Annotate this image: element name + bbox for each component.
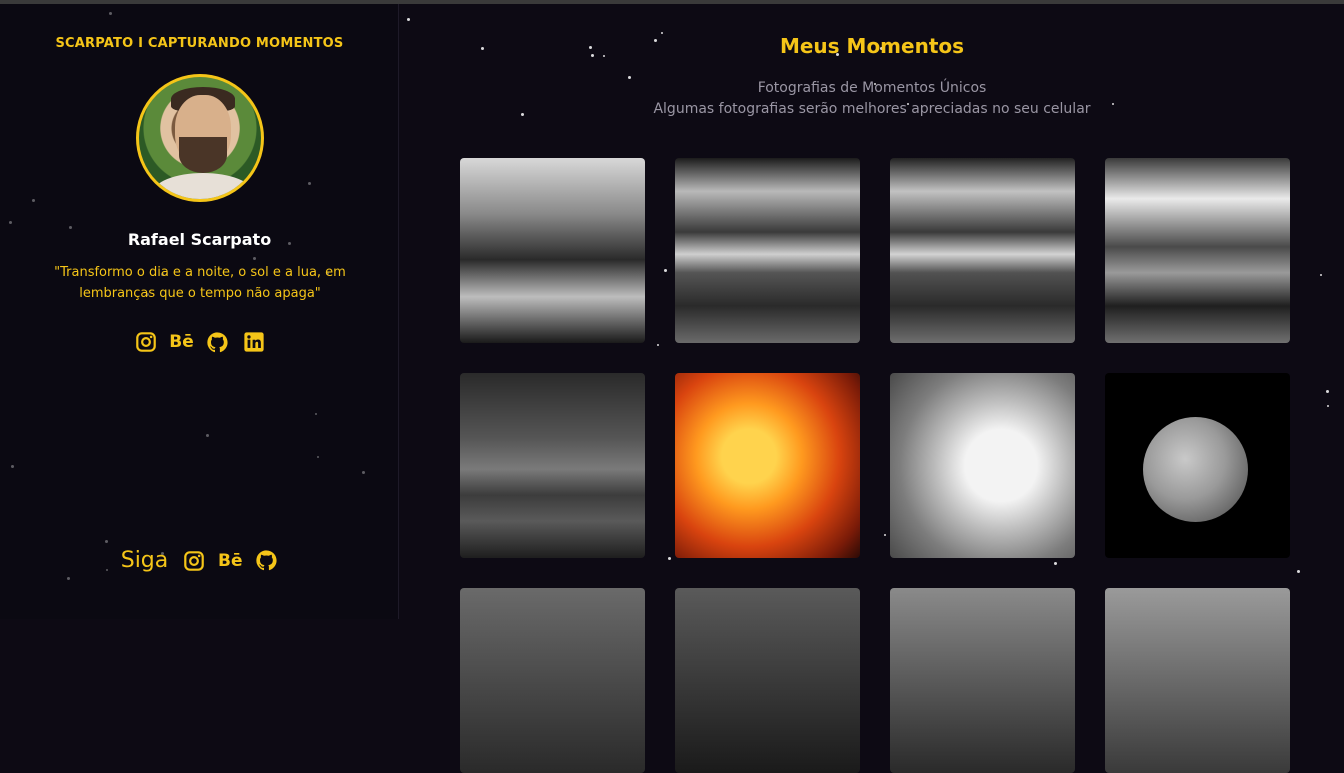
github-icon[interactable] [206,330,230,354]
linkedin-icon[interactable] [242,330,266,354]
photo-city-landscape[interactable] [675,158,860,343]
subtitle-line-1: Fotografias de Momentos Únicos [400,78,1344,99]
github-icon[interactable] [254,549,278,573]
page-title: Meus Momentos [400,34,1344,58]
photo-row3-2[interactable] [675,588,860,773]
behance-icon[interactable]: Bē [170,330,194,354]
photo-city-landscape-2[interactable] [890,158,1075,343]
photo-row3-4[interactable] [1105,588,1290,773]
profile-name: Rafael Scarpato [0,230,399,249]
photo-row3-3[interactable] [890,588,1075,773]
avatar [136,74,264,202]
profile-quote: "Transformo o dia e a noite, o sol e a l… [50,262,350,304]
photo-clouds[interactable] [890,373,1075,558]
photo-gallery [460,158,1290,773]
main-content: Meus Momentos Fotografias de Momentos Ún… [400,4,1344,619]
photo-moon[interactable] [1105,373,1290,558]
site-brand: SCARPATO I CAPTURANDO MOMENTOS [0,36,399,51]
follow-label: Siga [121,548,169,573]
photo-orange-sunset[interactable] [675,373,860,558]
subtitle-line-2: Algumas fotografias serão melhores aprec… [400,99,1344,120]
instagram-icon[interactable] [182,549,206,573]
follow-section: Siga Bē [0,548,399,573]
photo-city-with-clouds[interactable] [1105,158,1290,343]
moon-shape [1143,417,1248,522]
photo-woman-walking-beach[interactable] [460,158,645,343]
social-links: Bē [0,330,399,354]
avatar-shirt [153,173,253,202]
instagram-icon[interactable] [134,330,158,354]
photo-storm-over-city[interactable] [460,373,645,558]
photo-row3-1[interactable] [460,588,645,773]
behance-icon[interactable]: Bē [218,549,242,573]
sidebar: SCARPATO I CAPTURANDO MOMENTOS Rafael Sc… [0,4,399,619]
avatar-beard [179,137,227,173]
page-subtitle: Fotografias de Momentos Únicos Algumas f… [400,78,1344,120]
